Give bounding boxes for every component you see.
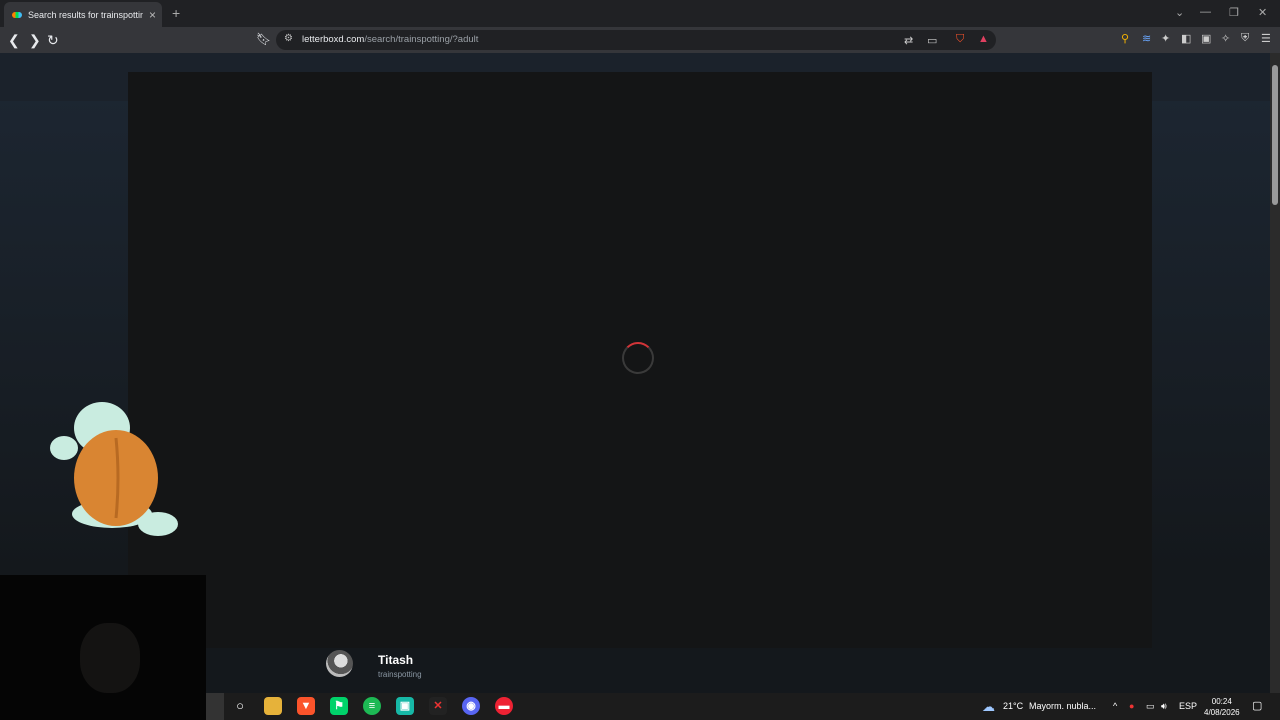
spotify-icon[interactable]: ≡: [363, 697, 381, 715]
app-red-x-icon[interactable]: ✕: [429, 697, 447, 715]
bookmark-icon[interactable]: 🔖︎: [256, 32, 271, 46]
weather-text[interactable]: Mayorm. nubla...: [1029, 701, 1096, 711]
loading-spinner-icon: [622, 342, 654, 374]
loading-overlay: [128, 72, 1152, 648]
cortana-icon[interactable]: ○: [231, 697, 249, 715]
tray-app-icon[interactable]: ●: [1129, 701, 1134, 711]
forward-icon[interactable]: ❯: [29, 32, 41, 49]
file-explorer-icon[interactable]: [264, 697, 282, 715]
weather-temp[interactable]: 21°C: [1003, 701, 1023, 711]
brave-rewards-icon[interactable]: ▲: [978, 33, 989, 45]
close-window-icon[interactable]: ✕: [1258, 6, 1267, 19]
url-path: /search/trainspotting/?adult: [364, 34, 479, 45]
app-teal-icon[interactable]: ▣: [396, 697, 414, 715]
extension-wave-icon[interactable]: ≋: [1142, 32, 1151, 45]
taskbar: ○ ▼ ⚑ ≡ ▣ ✕ ◉ ▬ ☁ 21°C Mayorm. nubla... …: [206, 693, 1280, 720]
browser-tab[interactable]: Search results for trainspotting • ×: [4, 2, 162, 27]
weather-icon[interactable]: ☁: [982, 699, 995, 715]
volume-icon[interactable]: 🔊︎: [1161, 701, 1167, 712]
wallet-icon[interactable]: ▣: [1201, 32, 1211, 45]
network-icon[interactable]: ▭: [1146, 701, 1155, 712]
menu-icon[interactable]: ☰: [1261, 32, 1271, 45]
start-button[interactable]: [206, 693, 224, 720]
clock-date: 4/08/2026: [1204, 708, 1240, 717]
app-green-icon[interactable]: ⚑: [330, 697, 348, 715]
page-scrollbar[interactable]: [1270, 53, 1280, 693]
extensions-icon[interactable]: ✦: [1161, 32, 1170, 45]
app-red-icon[interactable]: ▬: [495, 697, 513, 715]
url-text[interactable]: letterboxd.com/search/trainspotting/?adu…: [302, 34, 478, 45]
minimize-icon[interactable]: —: [1200, 6, 1211, 18]
result-name[interactable]: Titash: [378, 653, 413, 667]
brave-icon[interactable]: ▼: [297, 697, 315, 715]
brave-shields-icon[interactable]: ⛉: [956, 33, 964, 46]
address-bar[interactable]: ⚙ letterboxd.com/search/trainspotting/?a…: [276, 30, 996, 50]
discord-icon[interactable]: ◉: [462, 697, 480, 715]
clock-time: 00:24: [1211, 697, 1232, 706]
sidebar-icon[interactable]: ◧: [1181, 32, 1191, 45]
vpn-icon[interactable]: ⛨: [1241, 32, 1249, 45]
reload-icon[interactable]: ↻: [47, 32, 59, 49]
translate-icon[interactable]: ⇄: [904, 34, 913, 47]
browser-toolbar: ❮ ❯ ↻ 🔖︎ ⚙ letterboxd.com/search/trainsp…: [0, 27, 1280, 53]
turtle-mascot-icon: [50, 402, 178, 536]
leo-icon[interactable]: ✧: [1221, 32, 1230, 45]
tab-bar: Search results for trainspotting • × + ⌄…: [0, 0, 1280, 27]
scrollbar-thumb[interactable]: [1272, 65, 1278, 205]
tab-search-icon[interactable]: ⌄: [1175, 6, 1184, 19]
cast-icon[interactable]: ▭: [927, 34, 937, 47]
webcam-person: [80, 623, 140, 693]
tab-title: Search results for trainspotting •: [28, 9, 143, 20]
webcam-feed: [0, 575, 206, 720]
restore-icon[interactable]: ❐: [1229, 6, 1239, 19]
tray-chevron-icon[interactable]: ^: [1113, 701, 1117, 711]
tune-icon[interactable]: ⚙: [284, 33, 293, 44]
url-host: letterboxd.com: [302, 34, 365, 45]
notifications-icon[interactable]: ▢: [1252, 699, 1262, 712]
clock[interactable]: 00:24 4/08/2026: [1204, 696, 1240, 718]
back-icon[interactable]: ❮: [8, 32, 20, 49]
extension-key-icon[interactable]: ⚲: [1121, 32, 1129, 45]
language-indicator[interactable]: ESP: [1179, 701, 1197, 711]
result-subtitle: trainspotting: [378, 670, 422, 679]
avatar[interactable]: [326, 650, 353, 677]
tab-close-icon[interactable]: ×: [149, 8, 156, 22]
new-tab-button[interactable]: +: [172, 5, 180, 21]
letterboxd-favicon-icon: [12, 11, 22, 18]
